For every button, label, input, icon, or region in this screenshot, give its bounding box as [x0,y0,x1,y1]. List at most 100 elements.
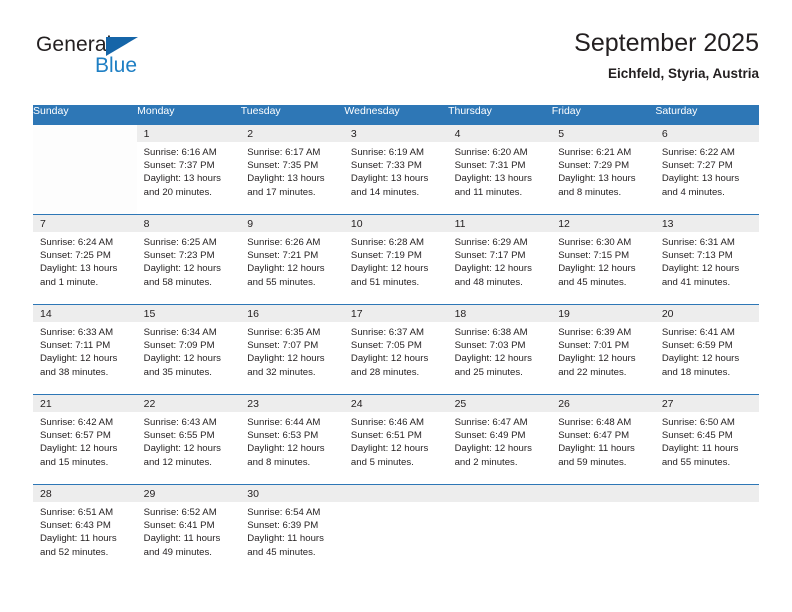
day-cell[interactable]: 6 Sunrise: 6:22 AM Sunset: 7:27 PM Daylight… [654,125,759,214]
day-cell[interactable]: 21 Sunrise: 6:42 AM Sunset: 6:57 PM Dayligh… [33,395,137,484]
sunrise-text: Sunrise: 6:34 AM [143,327,217,338]
day-details: Sunrise: 6:17 AM Sunset: 7:35 PM Daylight:… [240,142,344,199]
calendar-cell: 8 Sunrise: 6:25 AM Sunset: 7:23 PM Daylight… [136,214,241,305]
day-cell[interactable]: 4 Sunrise: 6:20 AM Sunset: 7:31 PM Daylight… [447,125,552,214]
daylight-text-line2: and 4 minutes. [661,186,725,198]
day-number: 9 [240,215,344,232]
day-cell[interactable]: 3 Sunrise: 6:19 AM Sunset: 7:33 PM Daylight… [343,125,448,214]
day-cell[interactable]: 1 Sunrise: 6:16 AM Sunset: 7:37 PM Daylight… [136,125,241,214]
daylight-text-line1: Daylight: 12 hours [143,353,221,365]
calendar-cell [654,484,759,574]
sunset-text: Sunset: 6:57 PM [40,430,111,442]
daylight-text-line2: and 22 minutes. [558,366,627,378]
weekday-header-tuesday: Tuesday [240,105,345,125]
daylight-text-line1: Daylight: 12 hours [143,443,221,455]
day-number: 26 [551,395,655,412]
day-number: 17 [343,305,448,322]
daylight-text-line1: Daylight: 12 hours [247,263,325,275]
sunrise-text: Sunrise: 6:21 AM [558,147,632,158]
sunrise-text: Sunrise: 6:39 AM [558,327,632,338]
page-header: General Blue September 2025 Eichfeld, St… [33,28,759,92]
day-details: Sunrise: 6:25 AM Sunset: 7:23 PM Daylight:… [137,232,241,289]
day-cell[interactable]: 16 Sunrise: 6:35 AM Sunset: 7:07 PM Dayligh… [240,305,344,394]
location-subtitle: Eichfeld, Styria, Austria [607,66,759,81]
calendar-cell: 14 Sunrise: 6:33 AM Sunset: 7:11 PM Dayligh… [33,304,137,395]
daylight-text-line1: Daylight: 12 hours [350,263,429,275]
day-cell[interactable]: 29 Sunrise: 6:52 AM Sunset: 6:41 PM Dayligh… [136,485,241,574]
day-cell[interactable]: 25 Sunrise: 6:47 AM Sunset: 6:49 PM Dayligh… [447,395,552,484]
day-number: 15 [136,305,241,322]
calendar-cell: 10 Sunrise: 6:28 AM Sunset: 7:19 PM Dayligh… [343,214,448,305]
calendar-cell: 3 Sunrise: 6:19 AM Sunset: 7:33 PM Daylight… [343,125,448,215]
day-number: 20 [654,305,759,322]
day-cell[interactable]: 27 Sunrise: 6:50 AM Sunset: 6:45 PM Dayligh… [654,395,759,484]
daylight-text-line1: Daylight: 11 hours [40,533,117,545]
brand-logo[interactable]: General Blue [33,32,233,88]
sunset-text: Sunset: 7:17 PM [454,250,526,262]
day-cell[interactable]: 24 Sunrise: 6:46 AM Sunset: 6:51 PM Dayligh… [343,395,448,484]
day-cell[interactable]: 9 Sunrise: 6:26 AM Sunset: 7:21 PM Daylight… [240,215,344,304]
daylight-text-line2: and 11 minutes. [454,186,523,198]
day-cell[interactable]: 13 Sunrise: 6:31 AM Sunset: 7:13 PM Dayligh… [654,215,759,304]
day-cell[interactable]: 5 Sunrise: 6:21 AM Sunset: 7:29 PM Daylight… [551,125,655,214]
daylight-text-line1: Daylight: 12 hours [350,443,429,455]
day-cell[interactable]: 8 Sunrise: 6:25 AM Sunset: 7:23 PM Daylight… [136,215,241,304]
sunset-text: Sunset: 6:49 PM [454,430,526,442]
day-details: Sunrise: 6:34 AM Sunset: 7:09 PM Daylight:… [137,322,241,379]
day-details: Sunrise: 6:52 AM Sunset: 6:41 PM Daylight:… [137,502,241,559]
day-number: 29 [136,485,241,502]
day-cell[interactable]: 2 Sunrise: 6:17 AM Sunset: 7:35 PM Daylight… [240,125,344,214]
day-number: 23 [240,395,344,412]
day-cell[interactable]: 30 Sunrise: 6:54 AM Sunset: 6:39 PM Dayligh… [240,485,344,574]
calendar-cell: 15 Sunrise: 6:34 AM Sunset: 7:09 PM Dayligh… [136,304,241,395]
day-cell[interactable]: 11 Sunrise: 6:29 AM Sunset: 7:17 PM Dayligh… [447,215,552,304]
day-cell[interactable]: 26 Sunrise: 6:48 AM Sunset: 6:47 PM Dayligh… [551,395,655,484]
calendar-cell: 19 Sunrise: 6:39 AM Sunset: 7:01 PM Dayligh… [551,304,655,395]
day-number: 11 [447,215,552,232]
day-cell[interactable]: 20 Sunrise: 6:41 AM Sunset: 6:59 PM Dayligh… [654,305,759,394]
calendar-body: 1 Sunrise: 6:16 AM Sunset: 7:37 PM Daylight… [33,125,759,574]
calendar-cell [33,125,137,215]
sunrise-text: Sunrise: 6:30 AM [558,237,632,248]
day-cell[interactable]: 10 Sunrise: 6:28 AM Sunset: 7:19 PM Dayligh… [343,215,448,304]
day-cell[interactable]: 17 Sunrise: 6:37 AM Sunset: 7:05 PM Dayligh… [343,305,448,394]
sunset-text: Sunset: 6:59 PM [661,340,733,352]
day-cell[interactable]: 15 Sunrise: 6:34 AM Sunset: 7:09 PM Dayligh… [136,305,241,394]
day-details: Sunrise: 6:24 AM Sunset: 7:25 PM Daylight:… [33,232,137,289]
daylight-text-line1: Daylight: 12 hours [350,353,429,365]
day-cell[interactable]: 19 Sunrise: 6:39 AM Sunset: 7:01 PM Dayligh… [551,305,655,394]
daylight-text-line2: and 2 minutes. [454,456,518,468]
day-number: 7 [33,215,137,232]
daylight-text-line2: and 20 minutes. [143,186,212,198]
day-cell[interactable]: 7 Sunrise: 6:24 AM Sunset: 7:25 PM Daylight… [33,215,137,304]
day-details: Sunrise: 6:46 AM Sunset: 6:51 PM Daylight:… [344,412,448,469]
daylight-text-line1: Daylight: 12 hours [454,353,532,365]
day-number: 21 [33,395,137,412]
sunset-text: Sunset: 7:25 PM [40,250,111,262]
day-cell[interactable]: 18 Sunrise: 6:38 AM Sunset: 7:03 PM Dayligh… [447,305,552,394]
day-cell[interactable]: 23 Sunrise: 6:44 AM Sunset: 6:53 PM Dayligh… [240,395,344,484]
day-cell[interactable]: 28 Sunrise: 6:51 AM Sunset: 6:43 PM Dayligh… [33,485,137,574]
daylight-text-line1: Daylight: 11 hours [558,443,635,455]
sunrise-text: Sunrise: 6:35 AM [247,327,321,338]
day-cell[interactable]: 14 Sunrise: 6:33 AM Sunset: 7:11 PM Dayligh… [33,305,137,394]
daylight-text-line2: and 48 minutes. [454,276,523,288]
brand-name-blue: Blue [95,54,138,77]
daylight-text-line2: and 51 minutes. [350,276,420,288]
calendar-cell: 12 Sunrise: 6:30 AM Sunset: 7:15 PM Dayligh… [551,214,655,305]
calendar-cell: 6 Sunrise: 6:22 AM Sunset: 7:27 PM Daylight… [654,125,759,215]
day-details: Sunrise: 6:33 AM Sunset: 7:11 PM Daylight:… [33,322,137,379]
daylight-text-line2: and 35 minutes. [143,366,212,378]
sunrise-text: Sunrise: 6:52 AM [143,507,217,518]
day-details: Sunrise: 6:48 AM Sunset: 6:47 PM Daylight:… [551,412,655,469]
sunset-text: Sunset: 7:29 PM [558,160,630,172]
calendar-week-row: 28 Sunrise: 6:51 AM Sunset: 6:43 PM Dayligh… [33,484,759,574]
daylight-text-line2: and 58 minutes. [143,276,212,288]
sunrise-text: Sunrise: 6:37 AM [350,327,424,338]
day-cell[interactable]: 12 Sunrise: 6:30 AM Sunset: 7:15 PM Dayligh… [551,215,655,304]
calendar-week-row: 1 Sunrise: 6:16 AM Sunset: 7:37 PM Daylight… [33,125,759,215]
daylight-text-line2: and 55 minutes. [661,456,731,468]
day-cell[interactable]: 22 Sunrise: 6:43 AM Sunset: 6:55 PM Dayligh… [136,395,241,484]
sunrise-text: Sunrise: 6:47 AM [454,417,528,428]
sunrise-text: Sunrise: 6:16 AM [143,147,217,158]
